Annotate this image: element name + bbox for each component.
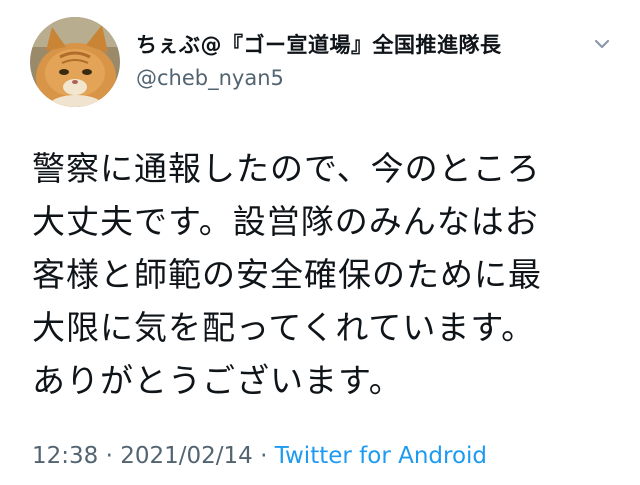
tweet-text-line: 警察に通報したので、今のところ bbox=[32, 149, 541, 188]
avatar-image bbox=[30, 17, 120, 107]
tweet-source-link[interactable]: Twitter for Android bbox=[275, 443, 487, 469]
tweet-text-line: ありがとうございます。 bbox=[32, 361, 403, 400]
display-name[interactable]: ちぇぶ@『ゴー宣道場』全国推進隊長 bbox=[136, 31, 576, 59]
meta-separator: · bbox=[252, 443, 275, 469]
author-info: ちぇぶ@『ゴー宣道場』全国推進隊長 @cheb_nyan5 bbox=[136, 31, 576, 92]
tweet-text-line: 大限に気を配ってくれています。 bbox=[32, 308, 536, 347]
tweet-meta: 12:38 · 2021/02/14 · Twitter for Android bbox=[32, 441, 487, 471]
tweet-text: 警察に通報したので、今のところ 大丈夫です。設営隊のみんなはお 客様と師範の安全… bbox=[32, 142, 617, 407]
chevron-down-icon[interactable] bbox=[591, 37, 613, 53]
tweet-text-line: 大丈夫です。設営隊のみんなはお bbox=[32, 202, 539, 241]
tweet-card: ちぇぶ@『ゴー宣道場』全国推進隊長 @cheb_nyan5 警察に通報したので、… bbox=[0, 0, 640, 485]
tweet-time[interactable]: 12:38 bbox=[32, 443, 98, 469]
orange-cat-avatar[interactable] bbox=[30, 17, 120, 107]
user-handle[interactable]: @cheb_nyan5 bbox=[136, 64, 576, 92]
tweet-date[interactable]: 2021/02/14 bbox=[120, 443, 253, 469]
meta-separator: · bbox=[98, 443, 121, 469]
tweet-text-line: 客様と師範の安全確保のために最 bbox=[32, 255, 542, 294]
